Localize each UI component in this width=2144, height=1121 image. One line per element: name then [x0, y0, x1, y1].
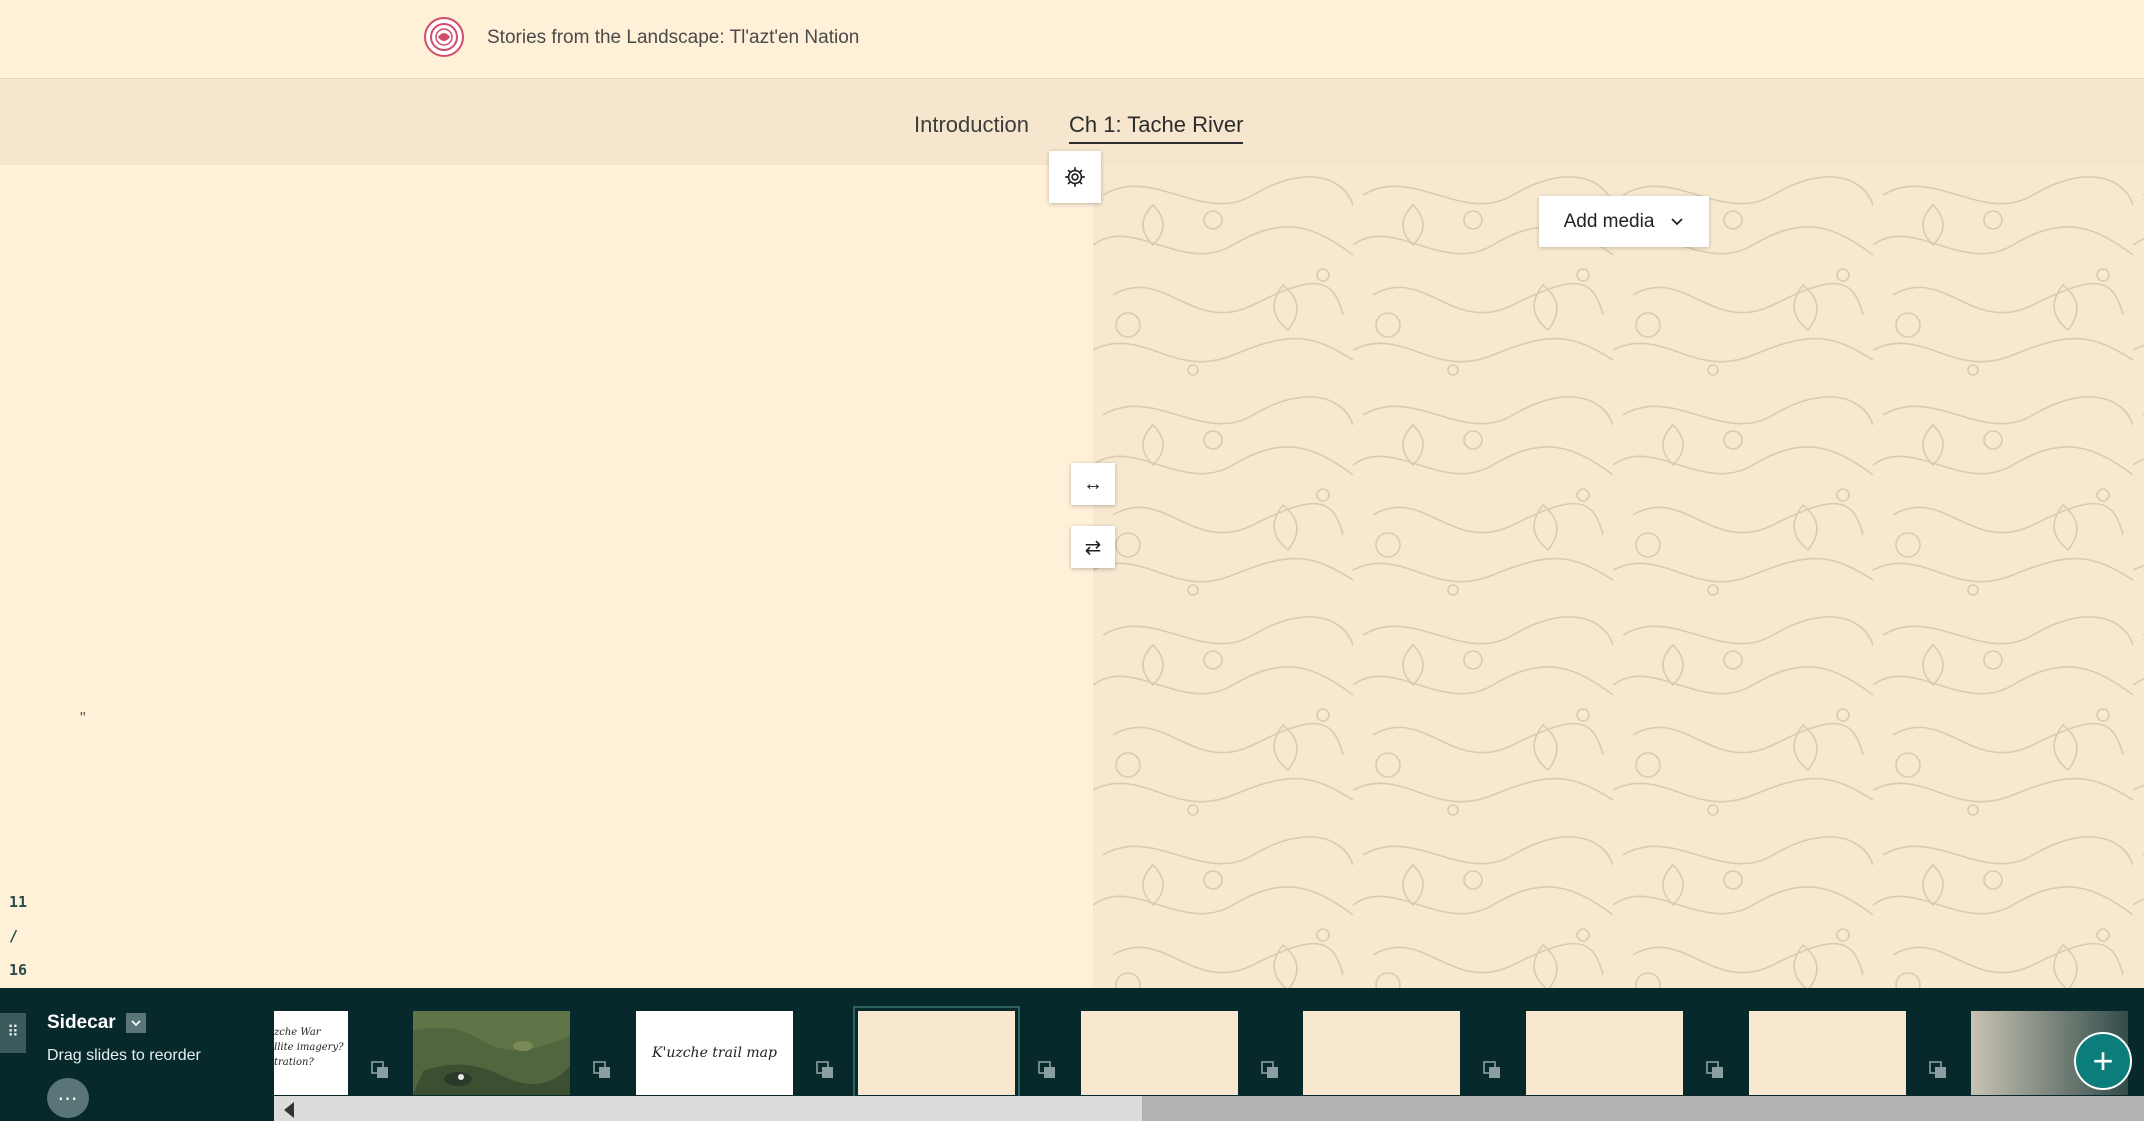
slide-thumbnail[interactable]	[1081, 1011, 1238, 1095]
slide-thumbnail[interactable]	[413, 1011, 570, 1095]
more-options-button[interactable]: ⋯	[47, 1078, 89, 1118]
add-media-button[interactable]: Add media	[1539, 196, 1709, 247]
slide-thumbnail[interactable]	[1303, 1011, 1460, 1095]
resize-panel-button[interactable]: ↔	[1071, 463, 1115, 505]
slide-counter-current: 11	[9, 893, 28, 911]
add-media-label: Add media	[1563, 210, 1655, 232]
duplicate-slide-icon[interactable]	[1483, 1061, 1501, 1079]
duplicate-slide-icon[interactable]	[1706, 1061, 1724, 1079]
chevron-down-icon	[131, 1020, 141, 1027]
duplicate-slide-icon[interactable]	[371, 1061, 389, 1079]
duplicate-slide-icon[interactable]	[1038, 1061, 1056, 1079]
slide-settings-button[interactable]	[1049, 151, 1101, 203]
nav-item-ch1-tache-river[interactable]: Ch 1: Tache River	[1069, 112, 1244, 144]
add-slide-button[interactable]: +	[2074, 1032, 2132, 1090]
chevron-down-icon	[1671, 217, 1684, 225]
slide-thumbnail-text: zche War llite imagery? tration?	[274, 1027, 344, 1068]
scrollbar-thumb[interactable]	[1142, 1096, 2144, 1121]
swap-panels-button[interactable]: ⇄	[1071, 526, 1115, 568]
satellite-image	[413, 1011, 570, 1095]
slide-thumbnail[interactable]: zche War llite imagery? tration?	[274, 1011, 348, 1095]
nav-item-introduction[interactable]: Introduction	[914, 112, 1029, 142]
resize-horizontal-icon: ↔	[1083, 472, 1103, 495]
slide-thumbnail[interactable]	[1749, 1011, 1906, 1095]
narrative-panel[interactable]: " 11 / 16	[0, 165, 1093, 988]
slide-thumbnail[interactable]	[1526, 1011, 1683, 1095]
media-panel[interactable]	[1093, 165, 2144, 988]
quote-mark: "	[80, 710, 86, 727]
story-header: Stories from the Landscape: Tl'azt'en Na…	[0, 0, 2144, 79]
gear-icon	[1065, 167, 1085, 187]
scroll-left-arrow-icon[interactable]	[284, 1102, 294, 1118]
duplicate-slide-icon[interactable]	[1261, 1061, 1279, 1079]
topographic-background	[1093, 165, 2144, 988]
slide-counter-total: 16	[9, 961, 28, 979]
duplicate-slide-icon[interactable]	[1929, 1061, 1947, 1079]
block-type-dropdown-button[interactable]	[126, 1013, 146, 1033]
slide-thumbnail-selected[interactable]	[853, 1006, 1020, 1100]
slide-counter: 11 / 16	[9, 885, 27, 987]
reorder-hint: Drag slides to reorder	[47, 1047, 201, 1064]
slide-counter-separator: /	[9, 927, 19, 945]
duplicate-slide-icon[interactable]	[816, 1061, 834, 1079]
slide-thumbnail[interactable]: K'uzche trail map	[636, 1011, 793, 1095]
block-type-label: Sidecar	[47, 1012, 116, 1033]
nation-logo-icon	[424, 17, 464, 57]
drag-handle-icon[interactable]: ⠿	[0, 1013, 26, 1053]
swap-panels-icon: ⇄	[1084, 536, 1102, 559]
slide-thumbnail-text: K'uzche trail map	[652, 1045, 777, 1061]
duplicate-slide-icon[interactable]	[593, 1061, 611, 1079]
story-title: Stories from the Landscape: Tl'azt'en Na…	[487, 27, 860, 48]
